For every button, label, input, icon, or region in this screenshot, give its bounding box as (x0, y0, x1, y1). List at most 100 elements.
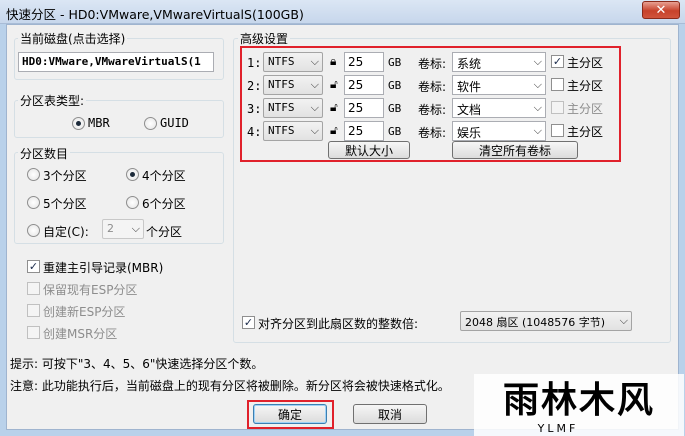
label-6-partitions: 6个分区 (142, 197, 186, 211)
row-4-label-value: 娱乐 (457, 126, 482, 140)
chevron-down-icon: ⌵ (131, 222, 140, 235)
chevron-down-icon: ⌵ (533, 55, 542, 68)
custom-partitions-suffix: 个分区 (146, 225, 183, 239)
row-1-size-field[interactable]: 25 (344, 52, 384, 72)
row-2-label-select[interactable]: 软件 ⌵ (452, 75, 546, 95)
hint-warning: 注意: 此功能执行后，当前磁盘上的现有分区将被删除。新分区将会被快速格式化。 (10, 379, 450, 393)
create-msr-label: 创建MSR分区 (43, 327, 118, 341)
custom-partitions-label: 自定(C): (43, 225, 89, 239)
row-4-primary-label: 主分区 (567, 125, 604, 139)
chevron-down-icon: ⌵ (310, 124, 319, 137)
row-2-fs-select[interactable]: NTFS ⌵ (263, 75, 323, 95)
radio-5-partitions[interactable] (27, 196, 40, 209)
partition-table-legend: 分区表类型: (18, 92, 87, 109)
row-3-index: 3: (247, 102, 262, 116)
row-2-primary-label: 主分区 (567, 79, 604, 93)
row-3-primary-checkbox[interactable] (551, 101, 564, 114)
row-1-label-value: 系统 (457, 57, 482, 71)
row-1-fs-value: NTFS (268, 55, 295, 68)
create-esp-label: 创建新ESP分区 (43, 305, 126, 319)
guid-radio[interactable] (144, 117, 157, 130)
row-3-primary-label: 主分区 (567, 102, 604, 116)
row-4-label-select[interactable]: 娱乐 ⌵ (452, 121, 546, 141)
chevron-down-icon: ⌵ (310, 78, 319, 91)
row-3-unit: GB (388, 102, 402, 115)
row-2-unit: GB (388, 79, 402, 92)
row-1-label-caption: 卷标: (418, 57, 447, 71)
label-5-partitions: 5个分区 (43, 197, 87, 211)
chevron-down-icon: ⌵ (533, 124, 542, 137)
create-msr-checkbox[interactable] (27, 326, 40, 339)
disk-group-legend: 当前磁盘(点击选择) (18, 30, 128, 47)
row-4-fs-value: NTFS (268, 124, 295, 137)
chevron-down-icon: ⌵ (310, 55, 319, 68)
row-4-unit: GB (388, 125, 402, 138)
row-1-unit: GB (388, 56, 402, 69)
radio-3-partitions[interactable] (27, 168, 40, 181)
radio-4-partitions[interactable] (126, 168, 139, 181)
row-3-fs-value: NTFS (268, 101, 295, 114)
row-1-index: 1: (247, 56, 262, 70)
custom-count-select[interactable]: 2 ⌵ (102, 219, 144, 239)
lock-open-icon[interactable]: 🔓︎ (330, 77, 342, 91)
row-4-index: 4: (247, 125, 262, 139)
row-3-label-select[interactable]: 文档 ⌵ (452, 98, 546, 118)
ylmf-logo: 雨林木风 YLMF (474, 374, 684, 436)
row-1-label-select[interactable]: 系统 ⌵ (452, 52, 546, 72)
close-button[interactable]: ✕ (642, 1, 680, 19)
advanced-legend: 高级设置 (238, 30, 291, 47)
row-1-primary-checkbox[interactable]: ✓ (551, 55, 564, 68)
logo-main-text: 雨林木风 (503, 379, 655, 421)
partition-count-legend: 分区数目 (18, 145, 71, 162)
row-3-fs-select[interactable]: NTFS ⌵ (263, 98, 323, 118)
custom-count-value: 2 (107, 222, 114, 235)
mbr-radio[interactable] (72, 117, 85, 130)
align-sector-value: 2048 扇区 (1048576 字节) (465, 316, 606, 329)
align-label: 对齐分区到此扇区数的整数倍: (258, 317, 419, 331)
create-esp-checkbox[interactable] (27, 304, 40, 317)
title-bar: 快速分区 - HD0:VMware,VMwareVirtualS(100GB) … (0, 0, 685, 24)
radio-custom-partitions[interactable] (27, 224, 40, 237)
mbr-label: MBR (88, 116, 110, 130)
row-2-size-field[interactable]: 25 (344, 75, 384, 95)
close-icon: ✕ (655, 2, 667, 18)
clear-labels-button[interactable]: 清空所有卷标 (452, 141, 578, 159)
row-3-label-value: 文档 (457, 103, 482, 117)
window-title: 快速分区 - HD0:VMware,VMwareVirtualS(100GB) (6, 7, 304, 22)
current-disk-field[interactable]: HD0:VMware,VMwareVirtualS(1 (18, 52, 214, 72)
logo-sub-text: YLMF (537, 422, 579, 435)
ok-button[interactable]: 确定 (253, 404, 327, 424)
row-2-label-value: 软件 (457, 80, 482, 94)
row-3-label-caption: 卷标: (418, 103, 447, 117)
lock-open-icon[interactable]: 🔓︎ (330, 100, 342, 114)
lock-open-icon[interactable]: 🔓︎ (330, 123, 342, 137)
row-2-label-caption: 卷标: (418, 80, 447, 94)
chevron-down-icon: ⌵ (619, 314, 628, 327)
cancel-button[interactable]: 取消 (353, 404, 427, 424)
hint-tip: 提示: 可按下"3、4、5、6"快速选择分区个数。 (10, 357, 264, 371)
chevron-down-icon: ⌵ (533, 101, 542, 114)
ylmf-logo-svg: 雨林木风 YLMF (474, 374, 684, 436)
default-size-button[interactable]: 默认大小 (328, 141, 410, 159)
chevron-down-icon: ⌵ (310, 101, 319, 114)
row-4-size-field[interactable]: 25 (344, 121, 384, 141)
row-1-fs-select[interactable]: NTFS ⌵ (263, 52, 323, 72)
label-4-partitions: 4个分区 (142, 169, 186, 183)
keep-esp-label: 保留现有ESP分区 (43, 283, 138, 297)
row-2-fs-value: NTFS (268, 78, 295, 91)
row-4-primary-checkbox[interactable] (551, 124, 564, 137)
radio-6-partitions[interactable] (126, 196, 139, 209)
row-2-primary-checkbox[interactable] (551, 78, 564, 91)
row-4-label-caption: 卷标: (418, 126, 447, 140)
guid-label: GUID (160, 116, 189, 130)
align-checkbox[interactable]: ✓ (242, 316, 255, 329)
row-1-primary-label: 主分区 (567, 56, 604, 70)
chevron-down-icon: ⌵ (533, 78, 542, 91)
rebuild-mbr-checkbox[interactable]: ✓ (27, 260, 40, 273)
row-3-size-field[interactable]: 25 (344, 98, 384, 118)
keep-esp-checkbox[interactable] (27, 282, 40, 295)
rebuild-mbr-label: 重建主引导记录(MBR) (43, 261, 164, 275)
lock-closed-icon[interactable]: 🔒︎ (330, 54, 342, 68)
align-sector-select[interactable]: 2048 扇区 (1048576 字节) ⌵ (460, 311, 632, 331)
row-4-fs-select[interactable]: NTFS ⌵ (263, 121, 323, 141)
